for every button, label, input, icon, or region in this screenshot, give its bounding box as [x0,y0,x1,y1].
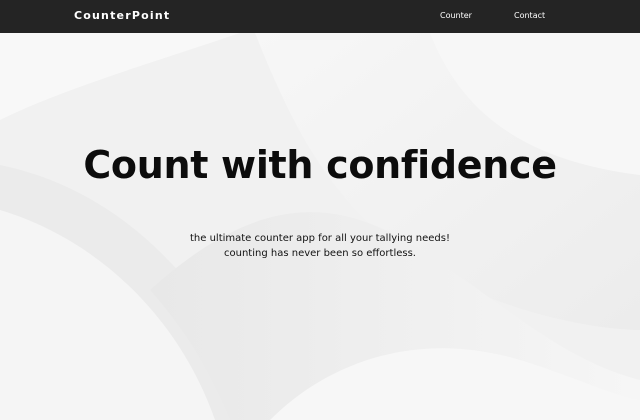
hero-subtitle-line-1: the ultimate counter app for all your ta… [189,233,450,244]
brand-logo-text[interactable]: CounterPoint [74,0,170,33]
nav-link-counter[interactable]: Counter [440,0,472,33]
nav-link-contact[interactable]: Contact [514,0,545,33]
hero-title: Count with confidence [83,143,557,187]
background-waves [0,0,640,420]
page: CounterPoint Counter Contact Count with … [0,0,640,420]
top-navbar: CounterPoint Counter Contact [0,0,640,33]
hero-subtitle-line-2: counting has never been so effortless. [224,248,416,259]
